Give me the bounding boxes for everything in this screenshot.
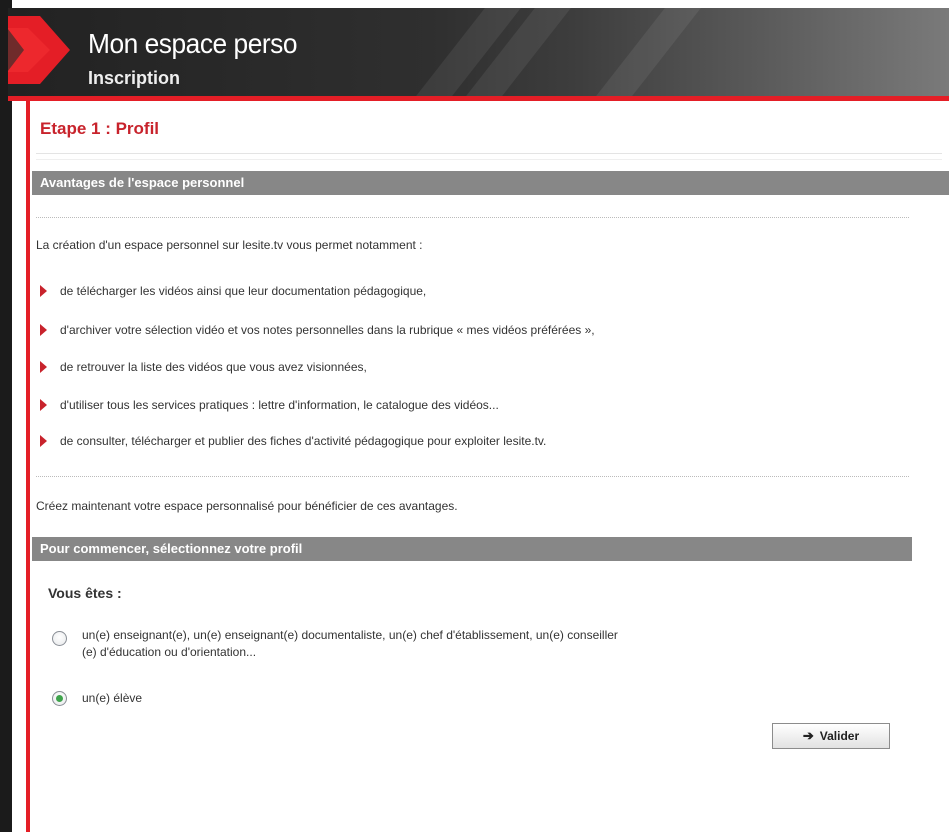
divider [36,153,942,154]
advantage-text: de télécharger les vidéos ainsi que leur… [60,284,427,298]
advantage-text: de retrouver la liste des vidéos que vou… [60,360,367,374]
validate-button-label: Valider [819,729,860,743]
page-subtitle: Inscription [88,68,181,88]
top-frame [0,0,949,8]
radio-student-label[interactable]: un(e) élève [82,690,142,707]
dotted-divider [36,476,909,477]
validate-button[interactable]: ➔ Valider [772,723,890,749]
advantages-outro: Créez maintenant votre espace personnali… [36,499,458,513]
advantages-intro: La création d'un espace personnel sur le… [36,238,423,252]
radio-student[interactable] [52,691,67,706]
page-title: Mon espace perso [88,28,298,59]
profile-question: Vous êtes : [48,585,122,601]
bullet-arrow-icon [40,360,47,373]
advantage-text: d'archiver votre sélection vidéo et vos … [60,323,595,337]
advantage-text: de consulter, télécharger et publier des… [60,434,547,448]
page-header: Mon espace perso Inscription [8,8,949,101]
dotted-divider [36,217,909,218]
content-panel: Etape 1 : Profil Avantages de l'espace p… [26,101,949,832]
header-decoration [571,8,701,101]
advantage-item: d'archiver votre sélection vidéo et vos … [40,323,595,337]
advantages-heading: Avantages de l'espace personnel [32,171,949,195]
bullet-arrow-icon [40,284,47,297]
advantage-item: de consulter, télécharger et publier des… [40,434,546,448]
option-text-line2: (e) d'éducation ou d'orientation... [82,645,257,659]
bullet-arrow-icon [40,323,47,336]
step-title: Etape 1 : Profil [40,119,160,138]
divider [36,159,942,160]
radio-teacher-label[interactable]: un(e) enseignant(e), un(e) enseignant(e)… [82,627,618,661]
option-text-line1: un(e) enseignant(e), un(e) enseignant(e)… [82,628,618,642]
advantage-item: d'utiliser tous les services pratiques :… [40,398,499,412]
arrow-right-icon: ➔ [802,728,814,743]
bullet-arrow-icon [40,434,47,447]
profile-heading: Pour commencer, sélectionnez votre profi… [32,537,912,561]
radio-teacher[interactable] [52,631,67,646]
logo-arrow-icon [8,16,70,84]
advantage-item: de télécharger les vidéos ainsi que leur… [40,284,426,298]
bullet-arrow-icon [40,398,47,411]
advantage-item: de retrouver la liste des vidéos que vou… [40,360,367,374]
advantage-text: d'utiliser tous les services pratiques :… [60,398,499,412]
left-frame [0,0,12,832]
